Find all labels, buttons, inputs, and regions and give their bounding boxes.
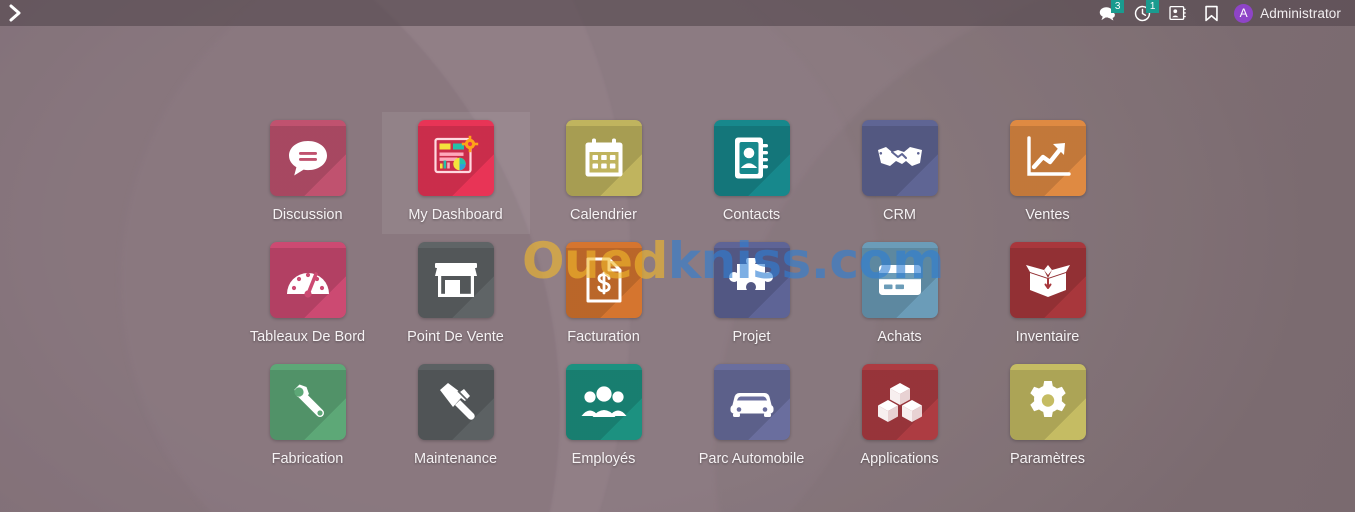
app-label: Achats xyxy=(877,329,922,345)
chevron-right-icon[interactable] xyxy=(4,2,26,24)
app-tile-fabrication[interactable]: Fabrication xyxy=(234,356,382,478)
car-icon xyxy=(713,364,790,440)
app-tile-discussion[interactable]: Discussion xyxy=(234,112,382,234)
system-tray: 3 1 A Administrator xyxy=(1090,0,1355,26)
app-tile-ventes[interactable]: Ventes xyxy=(974,112,1122,234)
app-tile-maintenance[interactable]: Maintenance xyxy=(382,356,530,478)
app-tile-param-tres[interactable]: Paramètres xyxy=(974,356,1122,478)
invoice-dollar-icon xyxy=(565,242,642,318)
app-label: Tableaux De Bord xyxy=(249,329,366,345)
app-launcher: Discussion My Dashboard Calendrier Conta… xyxy=(0,112,1355,478)
wrench-icon xyxy=(269,364,346,440)
hammer-icon xyxy=(417,364,494,440)
app-tile-facturation[interactable]: Facturation xyxy=(530,234,678,356)
user-menu[interactable]: A Administrator xyxy=(1228,0,1347,26)
top-bar: 3 1 A Administrator xyxy=(0,0,1355,26)
dashboard-panel-icon xyxy=(417,120,494,196)
app-tile-achats[interactable]: Achats xyxy=(826,234,974,356)
app-label: Ventes xyxy=(1025,207,1070,223)
app-grid: Discussion My Dashboard Calendrier Conta… xyxy=(234,112,1122,478)
open-box-icon xyxy=(1009,242,1086,318)
app-label: Point De Vente xyxy=(407,329,504,345)
storefront-icon xyxy=(417,242,494,318)
handshake-icon xyxy=(861,120,938,196)
app-tile-applications[interactable]: Applications xyxy=(826,356,974,478)
app-label: My Dashboard xyxy=(408,207,503,223)
systray-messages[interactable]: 3 xyxy=(1090,0,1125,26)
bookmark-icon xyxy=(1205,5,1218,21)
app-label: Calendrier xyxy=(570,207,637,223)
app-label: Contacts xyxy=(722,207,781,223)
systray-contacts[interactable] xyxy=(1160,0,1195,26)
chat-bubble-icon xyxy=(269,120,346,196)
app-label: Applications xyxy=(860,451,939,467)
app-tile-parc-automobile[interactable]: Parc Automobile xyxy=(678,356,826,478)
app-tile-projet[interactable]: Projet xyxy=(678,234,826,356)
app-tile-inventaire[interactable]: Inventaire xyxy=(974,234,1122,356)
app-label: Paramètres xyxy=(1010,451,1085,467)
contact-card-icon xyxy=(1169,5,1186,21)
app-label: Projet xyxy=(732,329,771,345)
credit-card-icon xyxy=(861,242,938,318)
address-book-icon xyxy=(713,120,790,196)
username-label: Administrator xyxy=(1260,5,1341,21)
app-label: Maintenance xyxy=(413,451,498,467)
top-bar-left xyxy=(0,2,26,24)
app-label: Inventaire xyxy=(1015,329,1080,345)
people-group-icon xyxy=(565,364,642,440)
calendar-icon xyxy=(565,120,642,196)
app-label: CRM xyxy=(882,207,917,223)
app-tile-my-dashboard[interactable]: My Dashboard xyxy=(381,112,530,234)
trending-up-icon xyxy=(1009,120,1086,196)
app-label: Fabrication xyxy=(271,451,344,467)
app-label: Facturation xyxy=(567,329,640,345)
app-tile-crm[interactable]: CRM xyxy=(826,112,974,234)
activities-badge: 1 xyxy=(1146,0,1160,13)
app-tile-tableaux-de-bord[interactable]: Tableaux De Bord xyxy=(234,234,382,356)
app-label: Discussion xyxy=(272,207,343,223)
app-label: Parc Automobile xyxy=(698,451,805,467)
cubes-icon xyxy=(861,364,938,440)
app-tile-contacts[interactable]: Contacts xyxy=(678,112,826,234)
gear-icon xyxy=(1009,364,1086,440)
messages-badge: 3 xyxy=(1111,0,1125,13)
puzzle-piece-icon xyxy=(713,242,790,318)
systray-bookmarks[interactable] xyxy=(1195,0,1228,26)
app-label: Employés xyxy=(571,451,636,467)
app-tile-employ-s[interactable]: Employés xyxy=(530,356,678,478)
app-tile-point-de-vente[interactable]: Point De Vente xyxy=(382,234,530,356)
avatar: A xyxy=(1234,3,1254,23)
systray-activities[interactable]: 1 xyxy=(1125,0,1160,26)
gauge-icon xyxy=(269,242,346,318)
app-tile-calendrier[interactable]: Calendrier xyxy=(530,112,678,234)
